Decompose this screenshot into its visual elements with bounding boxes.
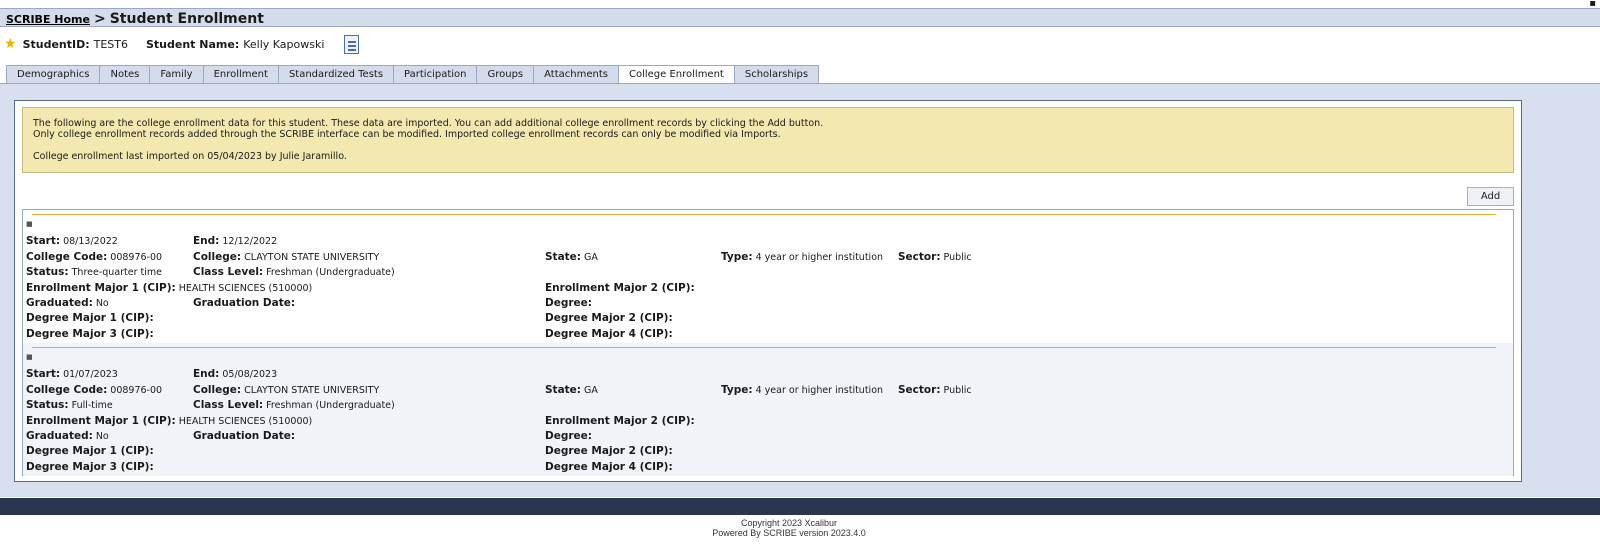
tab-demographics[interactable]: Demographics (6, 65, 100, 84)
enrollment-record: ■ Start: 08/13/2022 End: 12/12/2022 Colleg… (23, 210, 1513, 343)
info-notice: The following are the college enrollment… (22, 107, 1514, 173)
college-code-field: College Code: 008976-00 (26, 384, 163, 396)
graduated-field: Graduated: No (26, 297, 109, 309)
notice-line-2: Only college enrollment records added th… (33, 129, 781, 140)
favorite-star-icon[interactable]: ★ (4, 36, 17, 52)
college-field: College: CLAYTON STATE UNIVERSITY (193, 384, 380, 396)
college-code-field: College Code: 008976-00 (26, 251, 163, 263)
student-id-label: StudentID: (22, 37, 90, 51)
degree-major-2-field: Degree Major 2 (CIP): (545, 445, 673, 457)
tab-groups[interactable]: Groups (476, 65, 534, 84)
breadcrumb: SCRIBE Home > Student Enrollment (0, 8, 1600, 27)
graduation-date-field: Graduation Date: (193, 430, 296, 442)
degree-major-3-field: Degree Major 3 (CIP): (26, 328, 154, 340)
add-button[interactable]: Add (1467, 187, 1514, 206)
state-field: State: GA (545, 251, 598, 263)
sector-field: Sector: Public (898, 384, 972, 396)
end-field: End: 12/12/2022 (193, 235, 278, 247)
class-level-field: Class Level: Freshman (Undergraduate) (193, 399, 395, 411)
sector-field: Sector: Public (898, 251, 972, 263)
status-field: Status: Full-time (26, 399, 113, 411)
tab-scholarships[interactable]: Scholarships (733, 65, 820, 84)
start-field: Start: 08/13/2022 (26, 235, 118, 247)
tab-standardized-tests[interactable]: Standardized Tests (277, 65, 394, 84)
student-name-label: Student Name: (146, 37, 240, 51)
student-id-value: TEST6 (93, 37, 128, 51)
student-header: ★ StudentID: TEST6 Student Name: Kelly K… (4, 34, 360, 54)
degree-major-4-field: Degree Major 4 (CIP): (545, 461, 673, 473)
page-title: Student Enrollment (109, 11, 264, 27)
enrollment-major-2-field: Enrollment Major 2 (CIP): (545, 415, 695, 427)
end-field: End: 05/08/2023 (193, 368, 278, 380)
degree-major-1-field: Degree Major 1 (CIP): (26, 445, 154, 457)
tab-attachments[interactable]: Attachments (533, 65, 618, 84)
version-text: Powered By SCRIBE version 2023.4.0 (712, 528, 866, 538)
footer-bar (0, 498, 1600, 515)
record-divider (32, 214, 1496, 215)
enrollment-major-2-field: Enrollment Major 2 (CIP): (545, 282, 695, 294)
breadcrumb-separator: > (93, 11, 106, 27)
notice-line-1: The following are the college enrollment… (33, 118, 824, 129)
degree-field: Degree: (545, 430, 592, 442)
graduation-date-field: Graduation Date: (193, 297, 296, 309)
college-enrollment-panel: The following are the college enrollment… (14, 100, 1522, 482)
report-document-icon[interactable] (344, 34, 360, 54)
content-area: The following are the college enrollment… (0, 83, 1600, 497)
record-bullet-icon: ■ (26, 220, 33, 228)
type-field: Type: 4 year or higher institution (721, 251, 884, 263)
tab-family[interactable]: Family (149, 65, 203, 84)
enrollment-major-1-field: Enrollment Major 1 (CIP): HEALTH SCIENCES… (26, 282, 313, 294)
footer: Copyright 2023 Xcalibur Powered By SCRIB… (0, 518, 1578, 538)
type-field: Type: 4 year or higher institution (721, 384, 884, 396)
tab-bar: Demographics Notes Family Enrollment Sta… (6, 65, 820, 84)
graduated-field: Graduated: No (26, 430, 109, 442)
copyright-text: Copyright 2023 Xcalibur (740, 518, 838, 528)
degree-major-3-field: Degree Major 3 (CIP): (26, 461, 154, 473)
start-field: Start: 01/07/2023 (26, 368, 118, 380)
tab-enrollment[interactable]: Enrollment (202, 65, 278, 84)
enrollment-major-1-field: Enrollment Major 1 (CIP): HEALTH SCIENCES… (26, 415, 313, 427)
state-field: State: GA (545, 384, 598, 396)
status-field: Status: Three-quarter time (26, 266, 163, 278)
student-name-value: Kelly Kapowski (243, 37, 325, 51)
notice-line-3: College enrollment last imported on 05/0… (33, 151, 347, 162)
degree-major-2-field: Degree Major 2 (CIP): (545, 312, 673, 324)
college-field: College: CLAYTON STATE UNIVERSITY (193, 251, 380, 263)
degree-major-1-field: Degree Major 1 (CIP): (26, 312, 154, 324)
tab-notes[interactable]: Notes (99, 65, 150, 84)
breadcrumb-home-link[interactable]: SCRIBE Home (6, 13, 90, 26)
record-bullet-icon: ■ (26, 353, 33, 361)
degree-field: Degree: (545, 297, 592, 309)
enrollment-records: ■ Start: 08/13/2022 End: 12/12/2022 Colleg… (22, 209, 1514, 476)
tab-participation[interactable]: Participation (393, 65, 477, 84)
corner-mark: ▪ (1589, 0, 1596, 9)
tab-college-enrollment[interactable]: College Enrollment (617, 65, 734, 84)
record-divider (32, 347, 1496, 348)
enrollment-record: ■ Start: 01/07/2023 End: 05/08/2023 Colleg… (23, 343, 1513, 476)
class-level-field: Class Level: Freshman (Undergraduate) (193, 266, 395, 278)
degree-major-4-field: Degree Major 4 (CIP): (545, 328, 673, 340)
